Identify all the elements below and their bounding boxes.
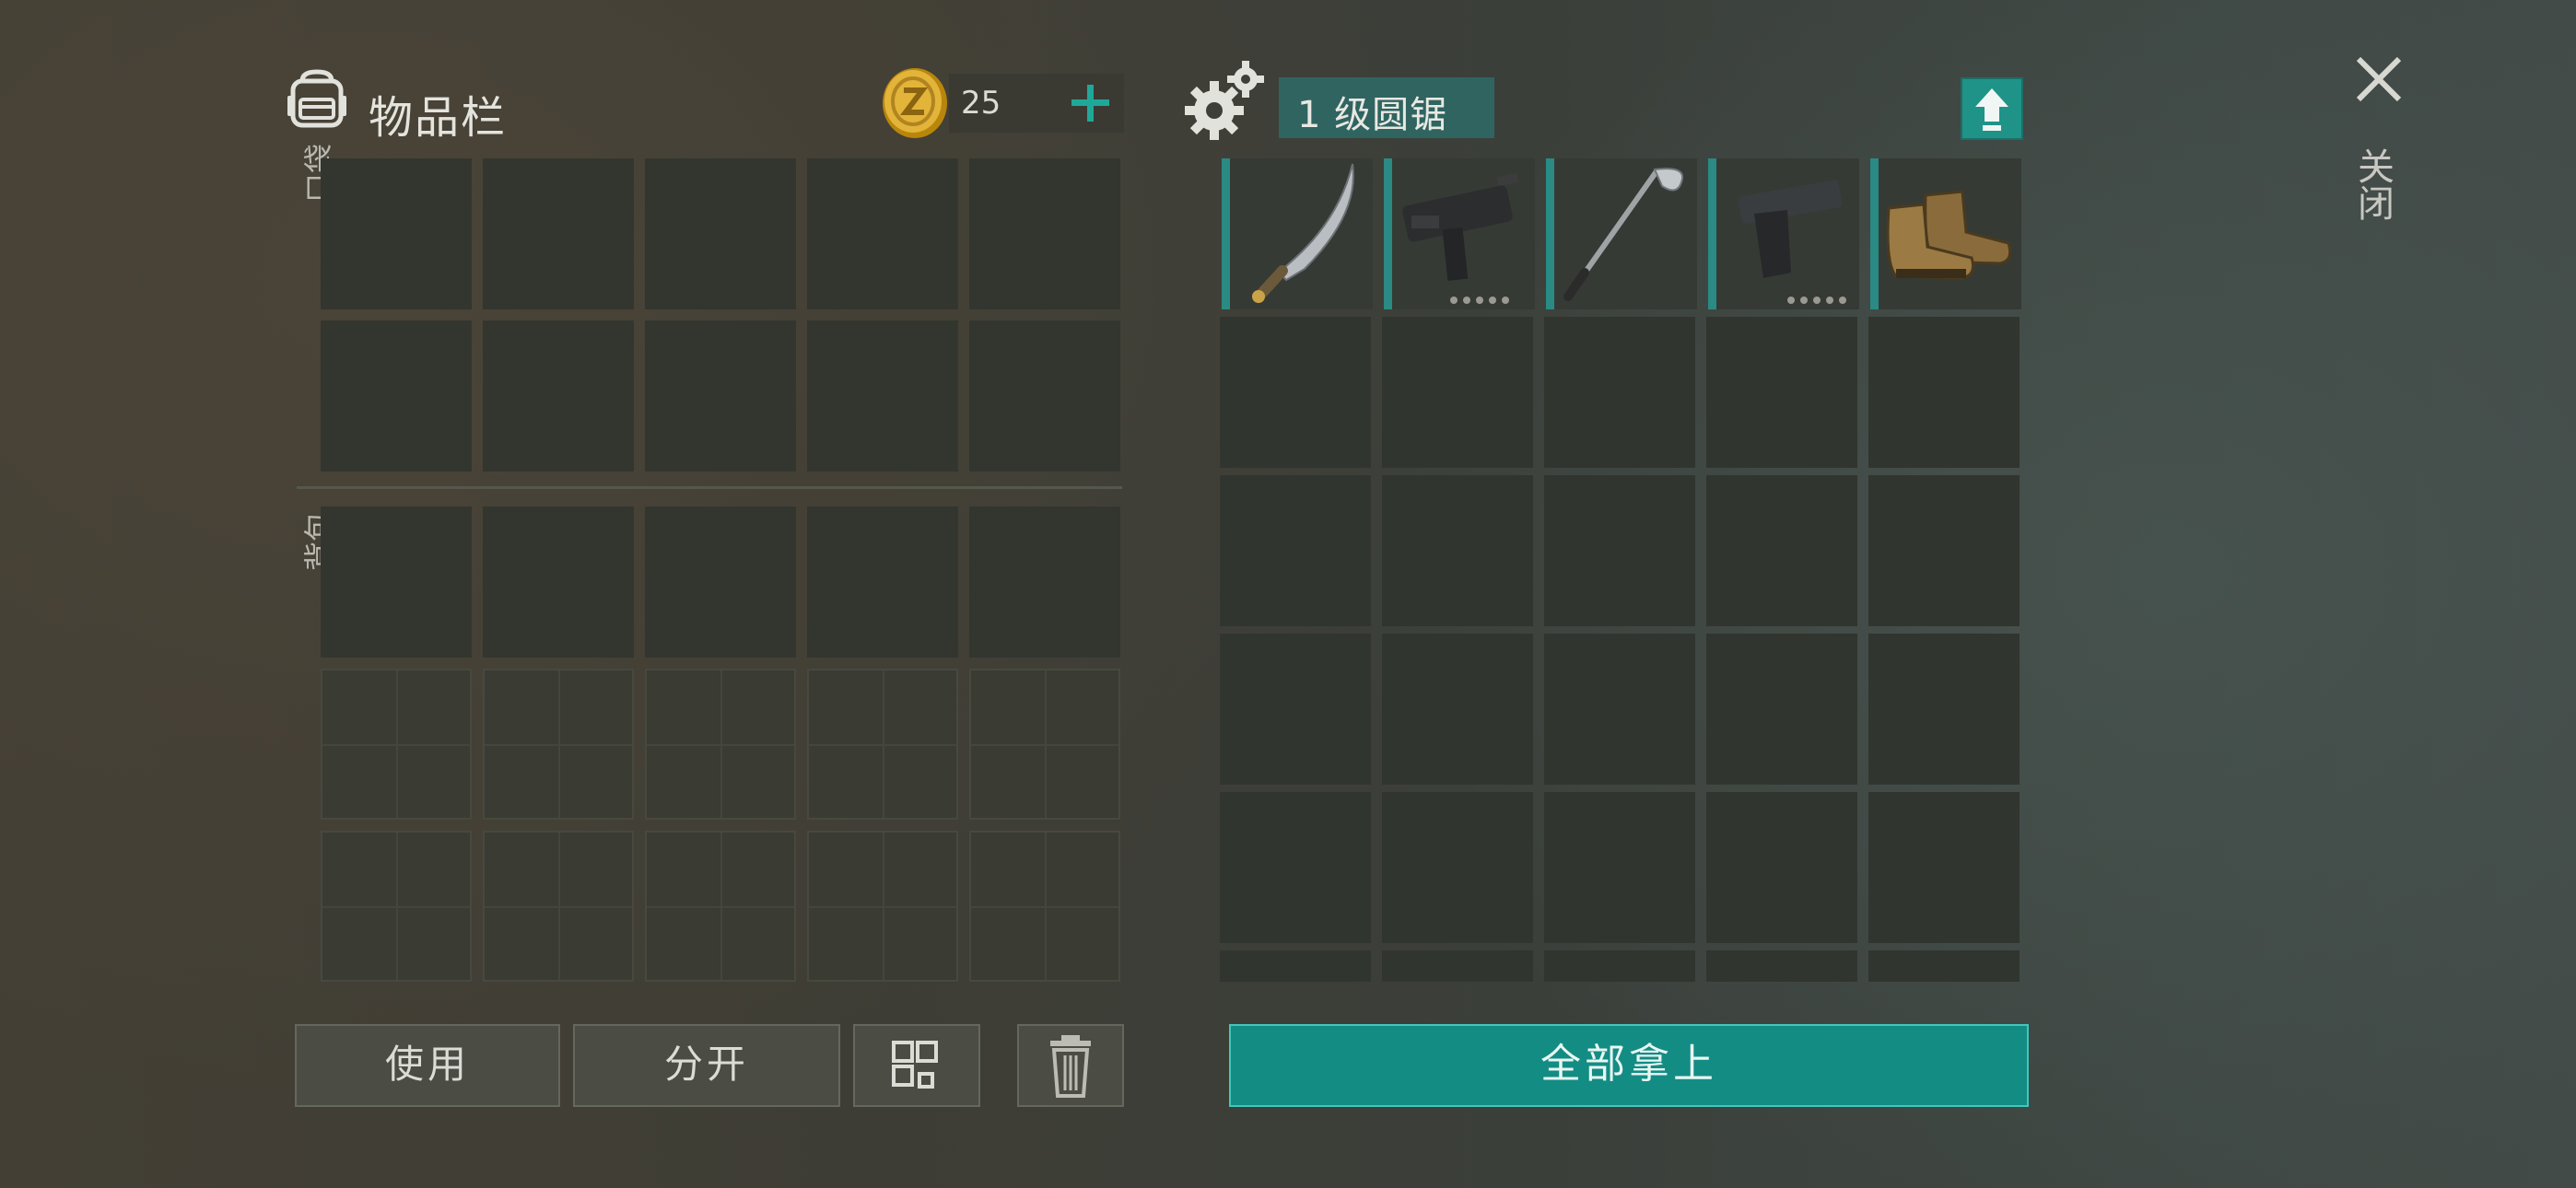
item-slot-machete[interactable] xyxy=(1222,158,1373,309)
pocket-slot[interactable] xyxy=(321,320,472,472)
station-title: 1 级圆锯 xyxy=(1297,94,1448,136)
coin-icon xyxy=(883,68,947,138)
coin-count: 25 xyxy=(961,85,1001,122)
station-slot[interactable] xyxy=(1544,792,1695,943)
locked-slot xyxy=(645,831,796,982)
locked-slot xyxy=(645,669,796,820)
sort-button[interactable] xyxy=(853,1024,980,1107)
machete-icon xyxy=(1252,163,1354,303)
locked-slot xyxy=(969,831,1120,982)
station-slot[interactable] xyxy=(1868,317,2020,468)
pocket-slot[interactable] xyxy=(807,320,958,472)
item-slot-uzi[interactable] xyxy=(1384,158,1535,309)
station-slot[interactable] xyxy=(1544,634,1695,785)
station-slot[interactable] xyxy=(1706,317,1857,468)
inventory-title: 物品栏 xyxy=(369,92,508,144)
bag-slot[interactable] xyxy=(645,507,796,658)
add-coins-button[interactable] xyxy=(1058,74,1122,133)
pocket-slot[interactable] xyxy=(483,158,634,309)
golf-club-icon xyxy=(1563,168,1684,301)
close-icon[interactable] xyxy=(2351,52,2406,107)
locked-slot xyxy=(807,831,958,982)
station-slot[interactable] xyxy=(1382,792,1533,943)
arrow-up-icon xyxy=(1975,88,2008,131)
bag-slot[interactable] xyxy=(969,507,1120,658)
close-label[interactable]: 关闭 xyxy=(2351,147,2399,221)
station-slot[interactable] xyxy=(1544,950,1695,982)
station-slot[interactable] xyxy=(1220,792,1371,943)
station-slot[interactable] xyxy=(1220,317,1371,468)
use-button[interactable]: 使用 xyxy=(295,1024,560,1107)
boots-icon xyxy=(1886,190,2012,280)
pocket-slot[interactable] xyxy=(645,320,796,472)
item-slot-boots[interactable] xyxy=(1870,158,2021,309)
pocket-slot[interactable] xyxy=(969,320,1120,472)
gears-icon xyxy=(1185,61,1264,140)
bag-slot[interactable] xyxy=(321,507,472,658)
locked-slot xyxy=(807,669,958,820)
station-slot[interactable] xyxy=(1706,792,1857,943)
pocket-slot[interactable] xyxy=(645,158,796,309)
locked-slot xyxy=(321,831,472,982)
station-slot[interactable] xyxy=(1382,317,1533,468)
pocket-slot[interactable] xyxy=(969,158,1120,309)
locked-slot xyxy=(321,669,472,820)
locked-slot xyxy=(483,831,634,982)
station-slot[interactable] xyxy=(1220,475,1371,626)
station-slot[interactable] xyxy=(1868,475,2020,626)
section-divider xyxy=(297,486,1122,489)
locked-slot xyxy=(483,669,634,820)
trash-icon xyxy=(1050,1035,1091,1098)
split-button[interactable]: 分开 xyxy=(573,1024,840,1107)
locked-slot xyxy=(969,669,1120,820)
pocket-slot[interactable] xyxy=(483,320,634,472)
item-slot-golf-club[interactable] xyxy=(1546,158,1697,309)
take-all-button[interactable]: 全部拿上 xyxy=(1229,1024,2029,1107)
item-slot-pistol[interactable] xyxy=(1708,158,1859,309)
station-slot[interactable] xyxy=(1544,475,1695,626)
bag-slot[interactable] xyxy=(483,507,634,658)
station-slot[interactable] xyxy=(1706,475,1857,626)
station-slot[interactable] xyxy=(1868,792,2020,943)
pistol-icon xyxy=(1739,180,1846,304)
station-slot[interactable] xyxy=(1382,475,1533,626)
station-slot[interactable] xyxy=(1220,634,1371,785)
station-slot[interactable] xyxy=(1868,634,2020,785)
uzi-icon xyxy=(1402,172,1519,304)
station-slot[interactable] xyxy=(1220,950,1371,982)
delete-button[interactable] xyxy=(1017,1024,1124,1107)
bag-slot[interactable] xyxy=(807,507,958,658)
pocket-slot[interactable] xyxy=(321,158,472,309)
station-slot[interactable] xyxy=(1706,634,1857,785)
station-slot[interactable] xyxy=(1706,950,1857,982)
pocket-slot[interactable] xyxy=(807,158,958,309)
station-slot[interactable] xyxy=(1382,634,1533,785)
station-slot[interactable] xyxy=(1382,950,1533,982)
backpack-icon xyxy=(287,69,346,128)
upgrade-button[interactable] xyxy=(1961,77,2023,140)
station-slot[interactable] xyxy=(1868,950,2020,982)
station-slot[interactable] xyxy=(1544,317,1695,468)
sort-icon xyxy=(892,1041,938,1089)
